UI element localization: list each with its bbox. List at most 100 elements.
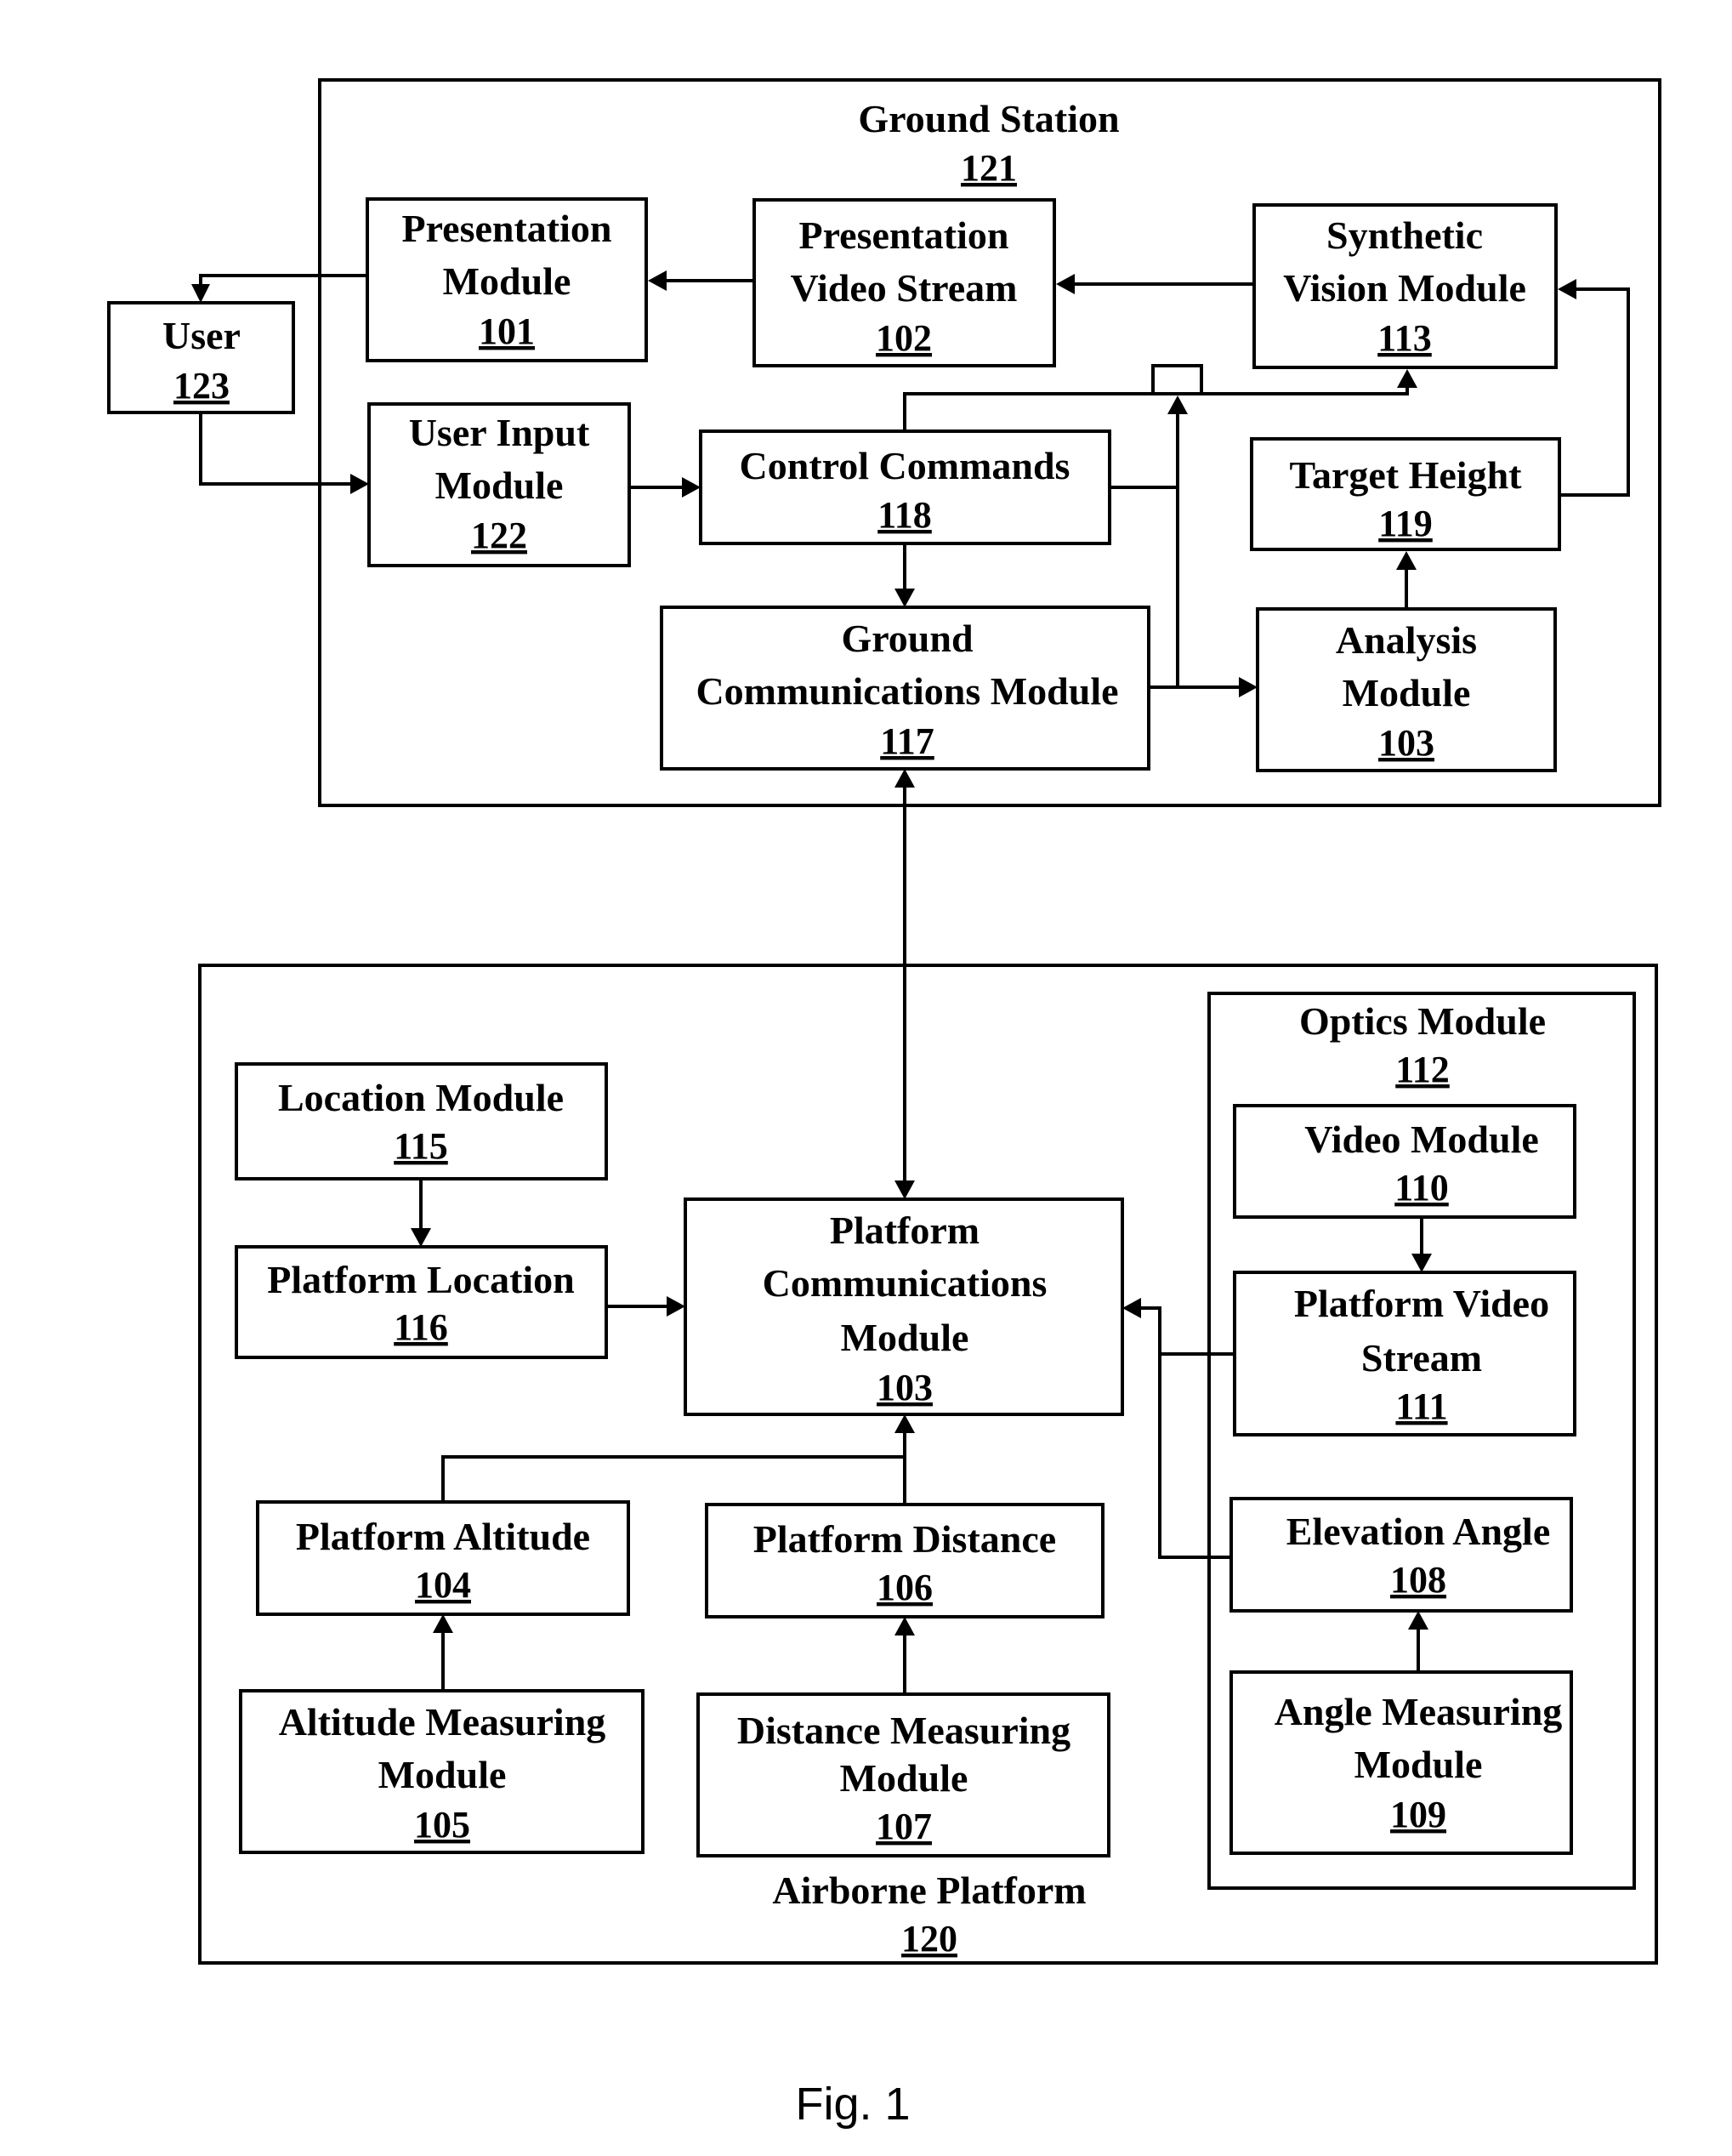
- arrowhead-110-to-111: [1411, 1254, 1432, 1272]
- location-module-label: Location Module: [278, 1076, 564, 1119]
- elevation-angle-box: Elevation Angle 108: [1229, 1497, 1573, 1613]
- presentation-video-stream-ref: 102: [876, 317, 932, 359]
- angle-measuring-label-2: Module: [1354, 1743, 1483, 1786]
- user-input-ref: 122: [471, 515, 527, 556]
- platform-location-ref: 116: [394, 1306, 448, 1348]
- platform-video-stream-label-1: Platform Video: [1294, 1282, 1549, 1325]
- platform-comms-label-1: Platform: [830, 1209, 980, 1252]
- presentation-module-label-2: Module: [443, 259, 571, 303]
- junction-square: [1151, 364, 1203, 395]
- presentation-video-stream-box: Presentation Video Stream 102: [752, 198, 1056, 367]
- arrowhead-118-to-113: [1397, 369, 1417, 388]
- user-input-label-1: User Input: [409, 411, 590, 454]
- platform-comms-ref: 103: [877, 1367, 933, 1408]
- user-input-module-box: User Input Module 122: [367, 402, 631, 567]
- arrowhead-to-platform-comms: [894, 1180, 915, 1199]
- analysis-module-box: Analysis Module 103: [1256, 607, 1557, 772]
- video-module-ref: 110: [1394, 1167, 1449, 1209]
- arrowhead-to-platform-comms-bottom: [894, 1414, 915, 1433]
- platform-location-label: Platform Location: [267, 1258, 575, 1301]
- target-height-label: Target Height: [1290, 453, 1523, 497]
- connector-104-to-platform-comms: [441, 1455, 905, 1502]
- arrowhead-113-to-102: [1056, 274, 1075, 294]
- airborne-platform-title: Airborne Platform: [772, 1869, 1086, 1912]
- platform-distance-label: Platform Distance: [753, 1517, 1056, 1561]
- user-label: User: [162, 314, 241, 357]
- connector-118-to-113: [903, 386, 1409, 431]
- ground-station-title: Ground Station: [858, 97, 1119, 140]
- optics-module-title: Optics Module: [1299, 999, 1546, 1043]
- altitude-measuring-label-1: Altitude Measuring: [279, 1700, 606, 1744]
- arrowhead-bus-to-junction: [1167, 395, 1188, 414]
- altitude-measuring-module-box: Altitude Measuring Module 105: [239, 1689, 645, 1854]
- platform-altitude-box: Platform Altitude 104: [256, 1500, 630, 1616]
- ground-communications-module-box: Ground Communications Module 117: [660, 606, 1150, 771]
- presentation-video-stream-label-2: Video Stream: [790, 266, 1017, 310]
- control-commands-label: Control Commands: [740, 444, 1070, 487]
- arrowhead-116-to-platform-comms: [667, 1296, 685, 1317]
- arrowhead-117-to-103: [1239, 677, 1258, 697]
- presentation-module-ref: 101: [479, 310, 535, 352]
- elevation-angle-label: Elevation Angle: [1286, 1510, 1551, 1553]
- ground-comms-label-1: Ground: [841, 617, 974, 660]
- platform-communications-module-box: Platform Communications Module 103: [684, 1197, 1124, 1416]
- comm-link: [894, 769, 915, 1199]
- location-module-box: Location Module 115: [235, 1062, 608, 1180]
- angle-measuring-module-box: Angle Measuring Module 109: [1229, 1670, 1573, 1855]
- platform-location-box: Platform Location 116: [235, 1245, 608, 1359]
- ground-station-ref: 121: [961, 147, 1017, 189]
- synthetic-vision-ref: 113: [1377, 317, 1432, 359]
- analysis-module-label-1: Analysis: [1336, 618, 1477, 662]
- platform-comms-label-3: Module: [841, 1316, 969, 1359]
- target-height-ref: 119: [1378, 503, 1433, 544]
- synthetic-vision-label-1: Synthetic: [1326, 213, 1483, 257]
- platform-video-stream-ref: 111: [1395, 1385, 1447, 1427]
- arrowhead-107-to-106: [894, 1617, 915, 1635]
- distance-measuring-label-1: Distance Measuring: [737, 1709, 1070, 1752]
- control-commands-ref: 118: [877, 494, 932, 536]
- arrowhead-118-to-117: [894, 589, 915, 607]
- user-ref: 123: [173, 365, 230, 407]
- arrowhead-119-to-113: [1558, 279, 1576, 299]
- platform-altitude-ref: 104: [415, 1564, 471, 1606]
- synthetic-vision-module-box: Synthetic Vision Module 113: [1252, 203, 1558, 369]
- altitude-measuring-ref: 105: [414, 1804, 470, 1846]
- ground-comms-ref: 117: [880, 720, 934, 762]
- arrowhead-105-to-104: [433, 1614, 453, 1633]
- angle-measuring-label-1: Angle Measuring: [1275, 1690, 1563, 1733]
- arrowhead-122-to-118: [682, 477, 701, 498]
- arrowhead-user-to-122: [350, 474, 369, 494]
- connector-user-to-122: [199, 412, 352, 486]
- video-module-label: Video Module: [1304, 1118, 1539, 1161]
- arrowhead-to-platform-comms-right: [1122, 1298, 1141, 1318]
- synthetic-vision-label-2: Vision Module: [1283, 266, 1526, 310]
- location-module-ref: 115: [394, 1125, 448, 1167]
- platform-comms-label-2: Communications: [763, 1261, 1048, 1305]
- arrowhead-103-to-119: [1396, 551, 1417, 570]
- user-box: User 123: [107, 301, 295, 414]
- presentation-module-label-1: Presentation: [401, 207, 611, 250]
- video-module-box: Video Module 110: [1233, 1104, 1576, 1219]
- system-block-diagram: Ground Station 121 Presentation Module 1…: [107, 78, 1661, 2130]
- arrowhead-109-to-108: [1408, 1611, 1428, 1630]
- platform-video-stream-label-2: Stream: [1361, 1336, 1482, 1379]
- user-input-label-2: Module: [435, 464, 564, 507]
- connector-101-to-user: [199, 274, 367, 286]
- arrowhead-115-to-116: [411, 1228, 431, 1247]
- control-commands-box: Control Commands 118: [699, 429, 1111, 545]
- elevation-angle-ref: 108: [1390, 1559, 1446, 1601]
- arrowhead-101-to-user: [191, 284, 210, 303]
- connector-119-to-113: [1559, 287, 1630, 497]
- arrowhead-102-to-101: [648, 270, 667, 291]
- platform-altitude-label: Platform Altitude: [296, 1515, 590, 1558]
- target-height-box: Target Height 119: [1250, 437, 1561, 551]
- platform-distance-ref: 106: [877, 1567, 933, 1608]
- airborne-platform-ref: 120: [901, 1918, 957, 1960]
- presentation-video-stream-label-1: Presentation: [798, 213, 1008, 257]
- distance-measuring-ref: 107: [876, 1806, 932, 1847]
- analysis-module-label-2: Module: [1343, 671, 1471, 714]
- platform-distance-box: Platform Distance 106: [705, 1503, 1105, 1618]
- distance-measuring-label-2: Module: [840, 1756, 968, 1800]
- presentation-module-box: Presentation Module 101: [366, 197, 648, 362]
- arrowhead-to-ground-comms: [894, 769, 915, 788]
